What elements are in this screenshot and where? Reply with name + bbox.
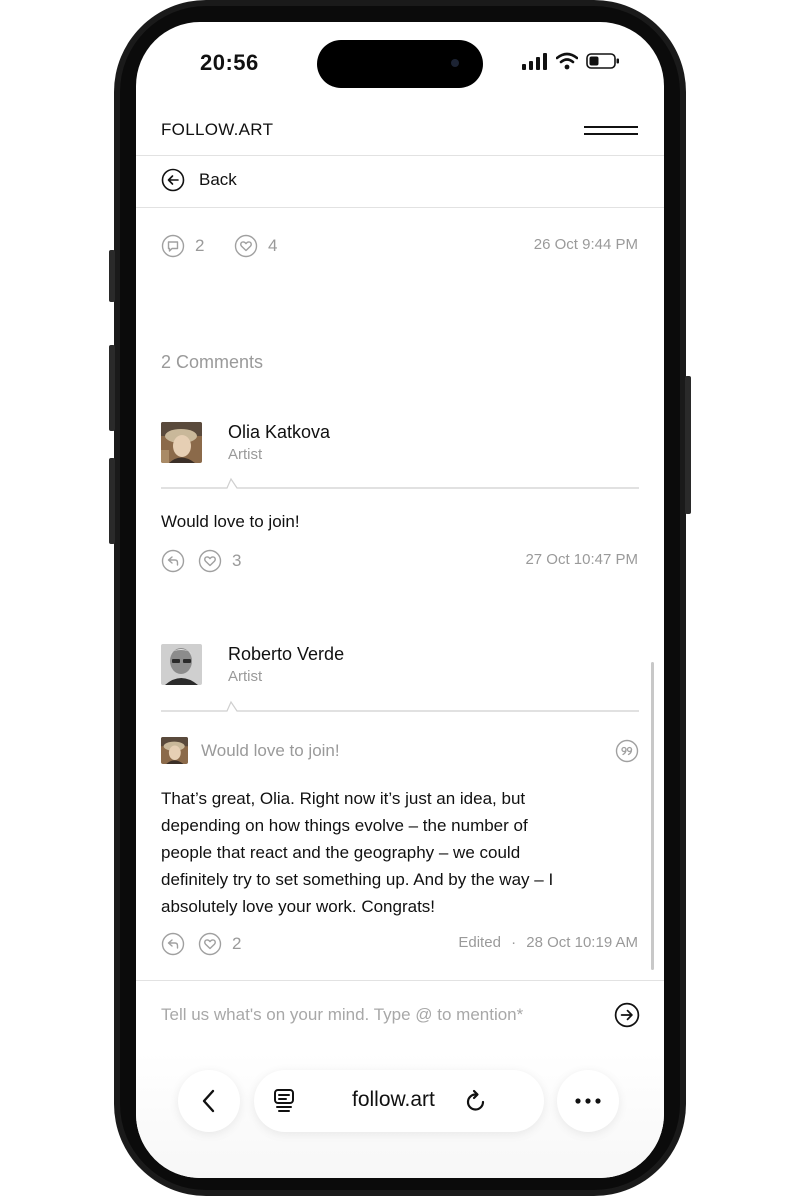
app-header: FOLLOW.ART [136, 112, 664, 156]
more-icon [574, 1097, 602, 1105]
speech-bubble-icon [161, 234, 185, 258]
reply-icon [161, 549, 185, 573]
power-button [685, 376, 691, 514]
browser-back-button[interactable] [178, 1070, 240, 1132]
avatar[interactable] [161, 422, 202, 463]
volume-up-button [109, 345, 115, 431]
back-button[interactable]: Back [161, 168, 237, 192]
browser-toolbar: follow.art [136, 1052, 664, 1178]
comment-text-line: That’s great, Olia. Right now it’s just … [161, 789, 526, 808]
back-label: Back [199, 170, 237, 189]
comment-author-role: Artist [228, 668, 263, 685]
reply-icon [161, 932, 185, 956]
comment-like-count: 3 [232, 551, 242, 570]
volume-down-button [109, 458, 115, 544]
comment-composer [136, 980, 664, 1050]
reply-button[interactable] [161, 549, 185, 573]
avatar[interactable] [161, 644, 202, 685]
post-timestamp: 26 Oct 9:44 PM [533, 236, 638, 253]
status-time: 20:56 [200, 50, 259, 75]
address-bar[interactable]: follow.art [254, 1070, 544, 1132]
arrow-left-circle-icon [161, 168, 185, 192]
post-like-button[interactable]: 4 [234, 234, 277, 258]
phone-screen: 20:56 FOLLOW.ART Back 2 4 26 Oct 9:44 PM… [136, 22, 664, 1178]
comments-count: 2 Comments [161, 352, 264, 372]
signal-icon [522, 52, 548, 70]
url-text: follow.art [352, 1088, 435, 1111]
comment-text: Would love to join! [161, 512, 300, 531]
camera-dot [451, 59, 459, 67]
comment-author[interactable]: Roberto Verde [228, 644, 344, 665]
post-like-count: 4 [268, 236, 278, 255]
battery-icon [586, 52, 620, 70]
edited-label: Edited [458, 934, 501, 951]
comment-timestamp: 27 Oct 10:47 PM [525, 551, 638, 568]
header-divider [136, 155, 664, 156]
comment-like-count: 2 [232, 934, 242, 953]
browser-more-button[interactable] [557, 1070, 619, 1132]
wifi-icon [556, 52, 578, 70]
quoted-reply[interactable]: Would love to join! [161, 737, 639, 767]
menu-button[interactable] [584, 124, 638, 138]
send-button[interactable] [614, 1002, 640, 1028]
quoted-text: Would love to join! [201, 741, 340, 760]
heart-icon [234, 234, 258, 258]
heart-icon [198, 549, 222, 573]
comment-timestamp: 28 Oct 10:19 AM [526, 934, 638, 951]
action-button [109, 250, 115, 302]
post-comments-stat[interactable]: 2 [161, 234, 204, 258]
reload-icon[interactable] [464, 1088, 488, 1114]
comment-meta: Edited · 28 Oct 10:19 AM [458, 934, 638, 951]
comment-author[interactable]: Olia Katkova [228, 422, 330, 443]
avatar [161, 737, 188, 764]
meta-separator: · [511, 934, 517, 951]
tabs-icon[interactable] [272, 1088, 296, 1114]
comment-text-line: absolutely love your work. Congrats! [161, 897, 436, 916]
comment-like-button[interactable]: 2 [198, 932, 241, 956]
nav-divider [136, 207, 664, 208]
comment-divider [161, 700, 639, 712]
scrollbar[interactable] [651, 662, 654, 970]
comment-input[interactable] [161, 1000, 591, 1030]
arrow-right-circle-icon [614, 1002, 640, 1028]
comment-author-role: Artist [228, 446, 263, 463]
post-comment-count: 2 [195, 236, 205, 255]
status-icons [522, 52, 620, 70]
comment-text-line: people that react and the geography – we… [161, 843, 521, 862]
dynamic-island [317, 40, 483, 88]
chevron-left-icon [200, 1088, 218, 1114]
reply-button[interactable] [161, 932, 185, 956]
quote-icon [615, 739, 639, 763]
comment-text-line: definitely try to set something up. And … [161, 870, 554, 889]
brand-logo[interactable]: FOLLOW.ART [161, 120, 273, 140]
comment-text-line: depending on how things evolve – the num… [161, 816, 528, 835]
comment-like-button[interactable]: 3 [198, 549, 241, 573]
comment-divider [161, 477, 639, 489]
comment-text: That’s great, Olia. Right now it’s just … [161, 785, 641, 920]
heart-icon [198, 932, 222, 956]
